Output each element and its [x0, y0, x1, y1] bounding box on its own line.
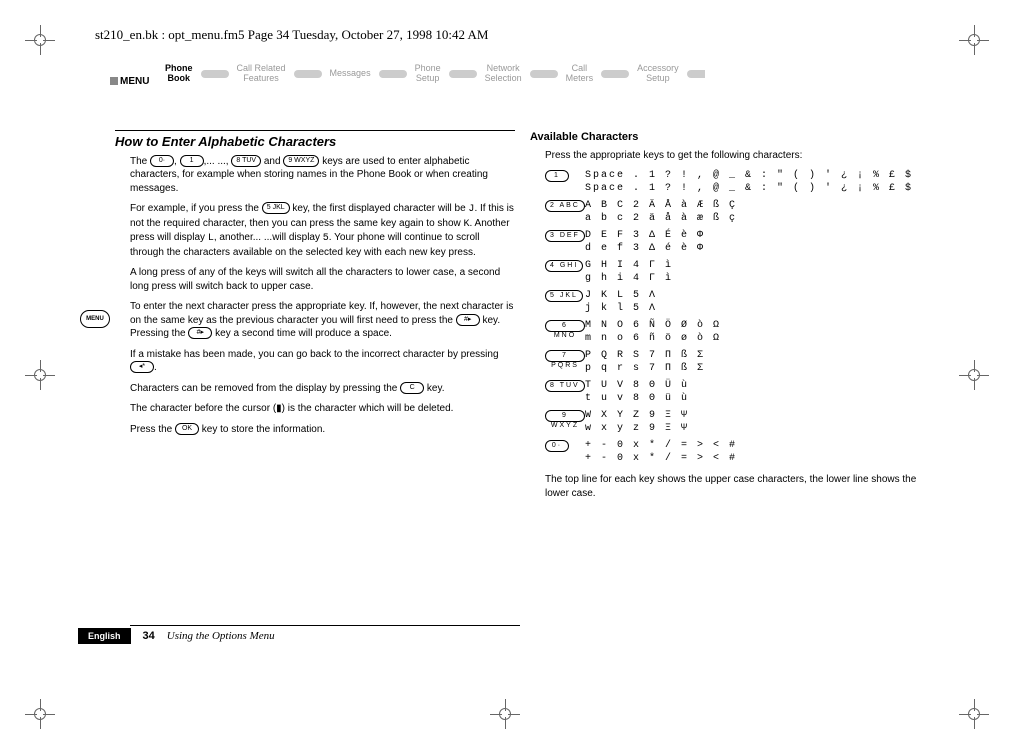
paragraph: The top line for each key shows the uppe…	[545, 473, 930, 500]
connector-icon	[687, 70, 705, 78]
key-cell: 7 PQRS	[545, 349, 585, 375]
key-icon: 8 TUV	[545, 380, 585, 392]
key-icon: OK	[175, 423, 199, 435]
key-icon: 9 WXYZ	[545, 410, 585, 422]
language-badge: English	[78, 628, 131, 644]
page-number: 34	[143, 630, 155, 642]
char-lines: G H I 4 Γ ìg h i 4 Γ ì	[585, 259, 930, 285]
page-header: st210_en.bk : opt_menu.fm5 Page 34 Tuesd…	[95, 27, 488, 43]
key-cell: 3 DEF	[545, 229, 585, 255]
crop-mark-icon	[959, 25, 989, 55]
key-icon: 5 JKL	[262, 202, 290, 214]
paragraph: Press the key to store the information.O…	[130, 423, 515, 437]
char-lines: A B C 2 Ä Å à Æ ß Ça b c 2 ä å à æ ß ç	[585, 199, 930, 225]
key-cell: 4 GHI	[545, 259, 585, 285]
key-cell: 8 TUV	[545, 379, 585, 405]
crop-mark-icon	[25, 699, 55, 729]
menu-item-call-related: Call Related Features	[237, 64, 286, 84]
menu-item-phone-setup: Phone Setup	[415, 64, 441, 84]
key-icon: 9 WXYZ	[283, 155, 319, 167]
key-icon: #▸	[456, 314, 480, 326]
sub-title: Available Characters	[530, 130, 930, 145]
section-name: Using the Options Menu	[167, 630, 275, 642]
key-icon: 3 DEF	[545, 230, 585, 242]
key-cell: 2 ABC	[545, 199, 585, 225]
connector-icon	[601, 70, 629, 78]
char-lines: M N O 6 Ñ Ö Ø ò Ωm n o 6 ñ ö ø ò Ω	[585, 319, 930, 345]
key-icon: 1	[180, 155, 204, 167]
menu-item-accessory: Accessory Setup	[637, 64, 679, 84]
paragraph: Press the appropriate keys to get the fo…	[545, 149, 930, 163]
key-cell: 0·	[545, 439, 585, 465]
menu-badge-icon: MENU	[80, 310, 110, 328]
key-cell: 9 WXYZ	[545, 409, 585, 435]
paragraph: To enter the next character press the ap…	[130, 300, 515, 341]
menu-label: MENU	[110, 76, 149, 87]
paragraph: For example, if you press the 5 JKL key,…	[130, 202, 515, 259]
key-icon: 0·	[150, 155, 174, 167]
char-lines: Space . 1 ? ! , @ _ & : " ( ) ' ¿ ¡ % £ …	[585, 169, 930, 195]
connector-icon	[294, 70, 322, 78]
key-icon: #▸	[188, 327, 212, 339]
crop-mark-icon	[490, 699, 520, 729]
key-icon: 8 TUV	[231, 155, 261, 167]
crop-mark-icon	[25, 360, 55, 390]
paragraph: The 0·, 1,... ..., 8 TUV and 9 WXYZ keys…	[130, 155, 515, 196]
char-lines: J K L 5 Λj k l 5 Λ	[585, 289, 930, 315]
menu-item-network: Network Selection	[485, 64, 522, 84]
crop-mark-icon	[959, 360, 989, 390]
menu-nav: MENU Phone Book Call Related Features Me…	[110, 64, 930, 102]
char-lines: W X Y Z 9 Ξ Ψw x y z 9 Ξ Ψ	[585, 409, 930, 435]
paragraph: If a mistake has been made, you can go b…	[130, 348, 515, 375]
crop-mark-icon	[959, 699, 989, 729]
paragraph: The character before the cursor (▮) is t…	[130, 402, 515, 416]
key-icon: C	[400, 382, 424, 394]
section-title: How to Enter Alphabetic Characters	[115, 130, 515, 151]
key-icon: 5 JKL	[545, 290, 583, 302]
key-cell: 1	[545, 169, 585, 195]
crop-mark-icon	[25, 25, 55, 55]
char-lines: + - 0 x * / = > < #+ - 0 x * / = > < #	[585, 439, 930, 465]
key-icon: 0·	[545, 440, 569, 452]
footer-rule	[130, 625, 520, 626]
key-icon: 7 PQRS	[545, 350, 585, 362]
left-column: How to Enter Alphabetic Characters The 0…	[130, 130, 515, 507]
menu-item-call-meters: Call Meters	[566, 64, 594, 84]
connector-icon	[530, 70, 558, 78]
paragraph: Characters can be removed from the displ…	[130, 382, 515, 396]
key-cell: 5 JKL	[545, 289, 585, 315]
char-lines: T U V 8 Θ Ü ùt u v 8 Θ ü ù	[585, 379, 930, 405]
key-icon: 2 ABC	[545, 200, 585, 212]
key-icon: ◂*	[130, 361, 154, 373]
connector-icon	[379, 70, 407, 78]
connector-icon	[449, 70, 477, 78]
key-icon: 1	[545, 170, 569, 182]
character-table: 1 Space . 1 ? ! , @ _ & : " ( ) ' ¿ ¡ % £…	[545, 169, 930, 465]
key-cell: 6 MNO	[545, 319, 585, 345]
connector-icon	[201, 70, 229, 78]
key-icon: 4 GHI	[545, 260, 583, 272]
menu-item-messages: Messages	[330, 69, 371, 79]
key-icon: 6 MNO	[545, 320, 585, 332]
page-footer: English 34 Using the Options Menu	[78, 628, 275, 644]
menu-item-phone-book: Phone Book	[165, 64, 193, 84]
right-column: Available Characters Press the appropria…	[545, 130, 930, 507]
char-lines: P Q R S 7 Π ß Σp q r s 7 Π ß Σ	[585, 349, 930, 375]
char-lines: D E F 3 Δ É è Φd e f 3 Δ é è Φ	[585, 229, 930, 255]
paragraph: A long press of any of the keys will swi…	[130, 266, 515, 293]
